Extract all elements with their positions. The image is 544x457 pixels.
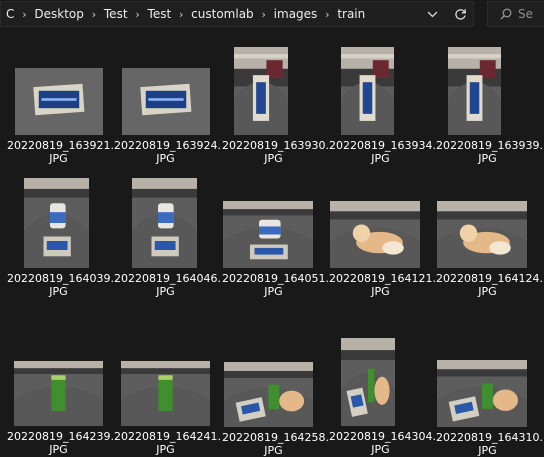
breadcrumb-item-drive[interactable]: C xyxy=(4,7,16,21)
file-name-base: 20220819_164239. xyxy=(7,430,114,443)
file-extension: JPG xyxy=(371,285,390,298)
file-name-base: 20220819_163921. xyxy=(7,139,114,152)
file-thumbnail xyxy=(437,201,527,268)
file-thumbnail xyxy=(24,178,89,268)
file-name-base: 20220819_164258. xyxy=(222,431,329,444)
breadcrumb-item-customlab[interactable]: customlab xyxy=(189,7,256,21)
breadcrumb-item-test[interactable]: Test xyxy=(146,7,174,21)
file-name: 20220819_164039. JPG xyxy=(5,272,114,298)
breadcrumb-item-train[interactable]: train xyxy=(335,7,367,21)
file-item[interactable]: 20220819_164241. JPG xyxy=(112,320,221,456)
file-name-base: 20220819_164124. xyxy=(436,272,543,285)
file-thumbnail xyxy=(341,338,395,426)
search-placeholder: Se xyxy=(518,7,533,21)
file-item[interactable]: 20220819_164310. JPG xyxy=(434,320,543,457)
file-name: 20220819_164051. JPG xyxy=(220,272,329,298)
file-extension: JPG xyxy=(264,285,283,298)
file-name-base: 20220819_164051. xyxy=(222,272,329,285)
file-thumbnail xyxy=(132,178,197,268)
file-item[interactable]: 20220819_163930. JPG xyxy=(220,29,329,165)
file-name-base: 20220819_164304. xyxy=(329,430,436,443)
file-name: 20220819_163921. JPG xyxy=(5,139,114,165)
file-item[interactable]: 20220819_164046. JPG xyxy=(112,171,221,301)
refresh-icon xyxy=(454,8,466,20)
file-extension: JPG xyxy=(156,285,175,298)
chevron-right-icon[interactable]: › xyxy=(130,8,146,21)
file-extension: JPG xyxy=(156,443,175,456)
file-name-base: 20220819_164039. xyxy=(7,272,114,285)
file-name: 20220819_163924. JPG xyxy=(112,139,221,165)
file-thumbnail xyxy=(122,68,210,135)
file-name-base: 20220819_164121. xyxy=(329,272,436,285)
file-name: 20220819_164310. JPG xyxy=(434,431,543,457)
file-extension: JPG xyxy=(49,285,68,298)
address-bar[interactable]: C › Desktop › Test › Test › customlab › … xyxy=(0,1,474,27)
breadcrumb-item-images[interactable]: images xyxy=(272,7,320,21)
file-name-base: 20220819_163924. xyxy=(114,139,221,152)
chevron-right-icon[interactable]: › xyxy=(256,8,272,21)
file-thumbnail xyxy=(14,361,103,426)
breadcrumb-item-desktop[interactable]: Desktop xyxy=(32,7,86,21)
file-thumbnail xyxy=(223,201,313,268)
file-item[interactable]: 20220819_164124. JPG xyxy=(434,171,543,301)
file-name: 20220819_163930. JPG xyxy=(220,139,329,165)
file-grid: 20220819_163921. JPG 20220819_163924. JPG 20… xyxy=(0,29,544,457)
file-thumbnail xyxy=(224,362,313,427)
file-name: 20220819_164239. JPG xyxy=(5,430,114,456)
file-name: 20220819_164258. JPG xyxy=(220,431,329,457)
file-name-base: 20220819_164241. xyxy=(114,430,221,443)
file-name-base: 20220819_164046. xyxy=(114,272,221,285)
file-thumbnail xyxy=(437,360,527,427)
file-name-base: 20220819_163939. xyxy=(436,139,543,152)
search-box[interactable]: Se xyxy=(487,1,544,27)
file-extension: JPG xyxy=(371,443,390,456)
file-extension: JPG xyxy=(156,152,175,165)
file-item[interactable]: 20220819_163924. JPG xyxy=(112,29,221,165)
breadcrumb-item-test[interactable]: Test xyxy=(102,7,130,21)
chevron-right-icon[interactable]: › xyxy=(86,8,102,21)
file-name-base: 20220819_163930. xyxy=(222,139,329,152)
file-extension: JPG xyxy=(478,285,497,298)
file-name-base: 20220819_163934. xyxy=(329,139,436,152)
breadcrumb: C › Desktop › Test › Test › customlab › … xyxy=(1,2,367,26)
file-extension: JPG xyxy=(49,443,68,456)
file-item[interactable]: 20220819_164304. JPG xyxy=(327,320,436,456)
address-history-dropdown[interactable] xyxy=(421,2,443,26)
file-name: 20220819_164124. JPG xyxy=(434,272,543,298)
chevron-right-icon[interactable]: › xyxy=(16,8,32,21)
file-name: 20220819_163939. JPG xyxy=(434,139,543,165)
file-thumbnail xyxy=(121,361,210,426)
file-name-base: 20220819_164310. xyxy=(436,431,543,444)
file-thumbnail xyxy=(234,47,288,135)
file-name: 20220819_164304. JPG xyxy=(327,430,436,456)
file-extension: JPG xyxy=(371,152,390,165)
chevron-right-icon[interactable]: › xyxy=(173,8,189,21)
file-extension: JPG xyxy=(478,152,497,165)
file-extension: JPG xyxy=(478,444,497,457)
refresh-button[interactable] xyxy=(447,2,473,26)
file-item[interactable]: 20220819_163939. JPG xyxy=(434,29,543,165)
file-item[interactable]: 20220819_164051. JPG xyxy=(220,171,329,301)
file-item[interactable]: 20220819_164239. JPG xyxy=(5,320,114,456)
chevron-down-icon xyxy=(427,11,437,17)
file-name: 20220819_163934. JPG xyxy=(327,139,436,165)
file-item[interactable]: 20220819_164258. JPG xyxy=(220,320,329,457)
file-item[interactable]: 20220819_164039. JPG xyxy=(5,171,114,301)
file-thumbnail xyxy=(448,47,501,135)
file-extension: JPG xyxy=(49,152,68,165)
chevron-right-icon[interactable]: › xyxy=(319,8,335,21)
file-thumbnail xyxy=(341,47,394,135)
file-item[interactable]: 20220819_164121. JPG xyxy=(327,171,436,301)
file-name: 20220819_164046. JPG xyxy=(112,272,221,298)
file-name: 20220819_164241. JPG xyxy=(112,430,221,456)
file-thumbnail xyxy=(15,68,103,135)
file-thumbnail xyxy=(330,201,420,268)
file-extension: JPG xyxy=(264,444,283,457)
file-item[interactable]: 20220819_163921. JPG xyxy=(5,29,114,165)
file-name: 20220819_164121. JPG xyxy=(327,272,436,298)
address-toolbar: C › Desktop › Test › Test › customlab › … xyxy=(0,0,544,29)
search-icon xyxy=(500,8,512,20)
file-extension: JPG xyxy=(264,152,283,165)
file-item[interactable]: 20220819_163934. JPG xyxy=(327,29,436,165)
